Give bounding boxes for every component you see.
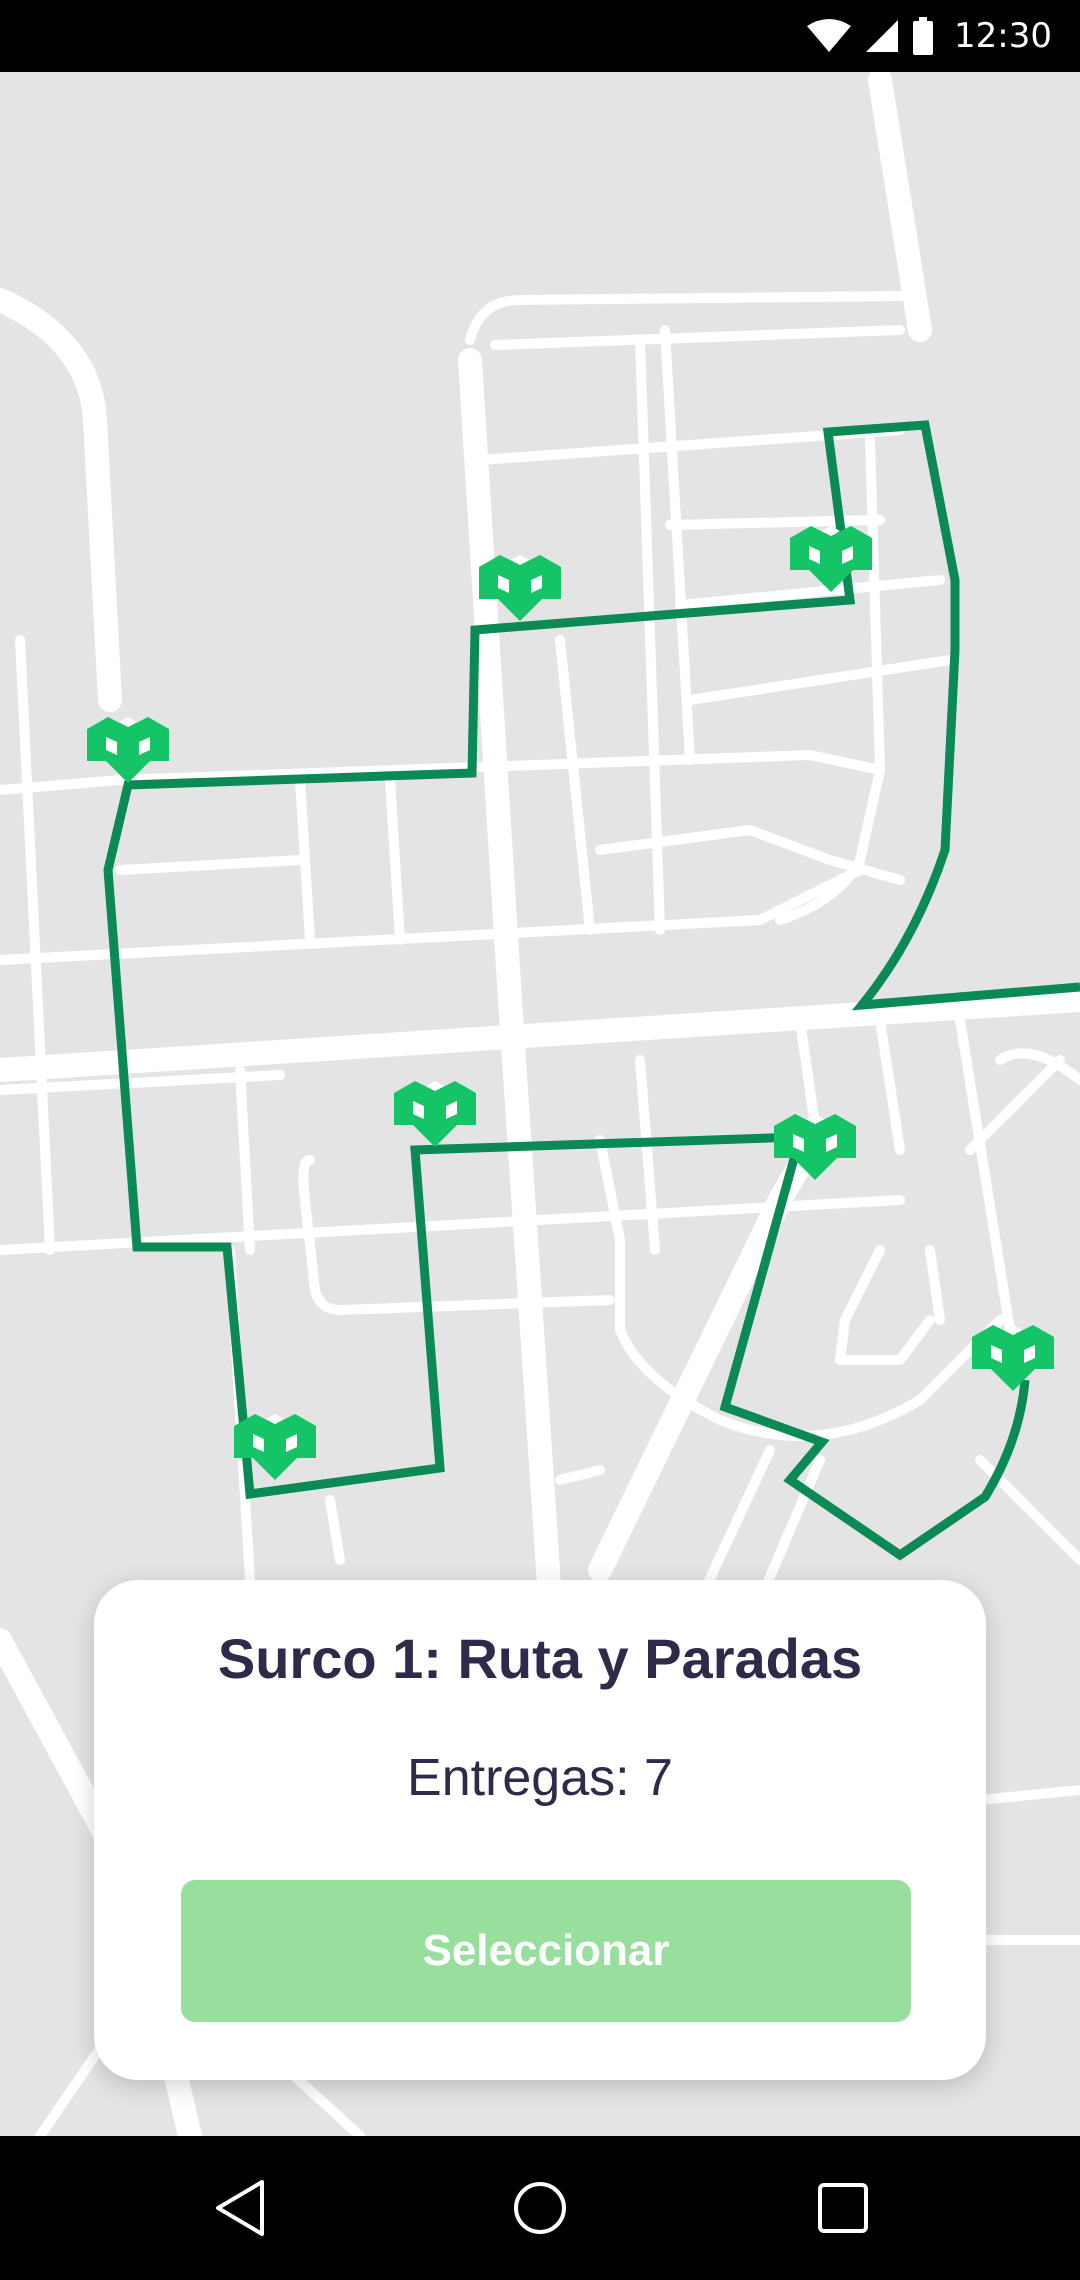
deliveries-count: Entregas: 7 [407,1749,673,1807]
signal-icon [866,20,899,52]
home-icon [514,2182,566,2234]
battery-icon [913,17,934,55]
wifi-icon [807,19,852,52]
status-time: 12:30 [954,16,1052,56]
status-bar: 12:30 [0,0,1080,72]
recents-icon [818,2183,868,2233]
route-title: Surco 1: Ruta y Paradas [217,1627,863,1690]
back-icon [216,2180,264,2236]
select-button[interactable]: Seleccionar [181,1880,911,2022]
back-button[interactable] [170,2136,310,2280]
route-card: Surco 1: Ruta y Paradas Entregas: 7 Sele… [94,1580,986,2080]
navigation-bar [0,2136,1080,2280]
recents-button[interactable] [773,2136,913,2280]
status-icons: 12:30 [806,0,1052,72]
home-button[interactable] [470,2136,610,2280]
screen: 12:30 Surco 1: Ruta y Paradas Entregas: … [0,0,1080,2280]
